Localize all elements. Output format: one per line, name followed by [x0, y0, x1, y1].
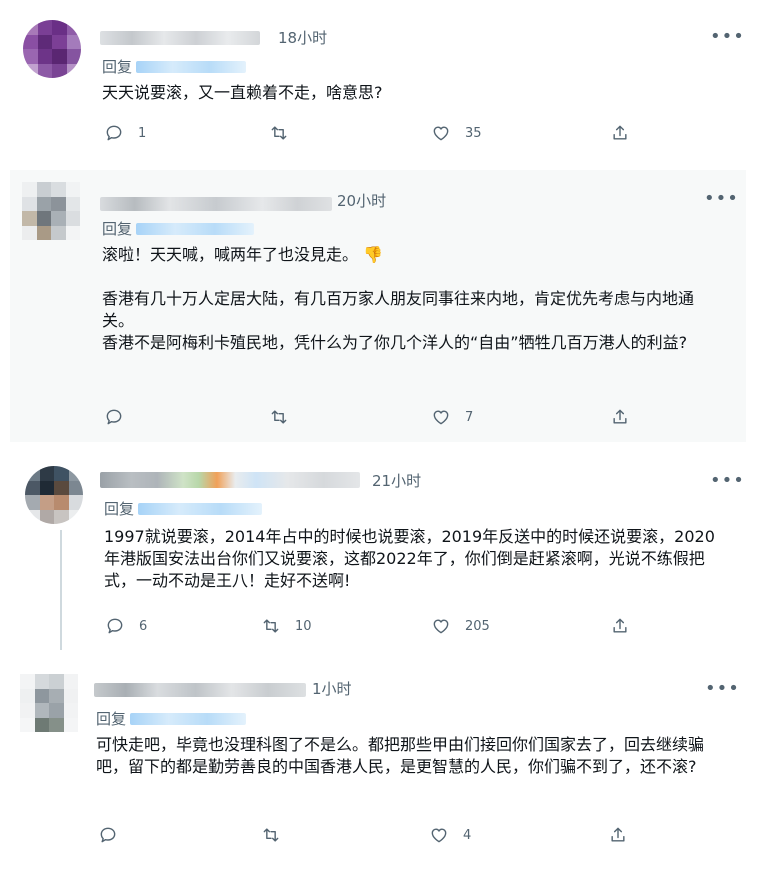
retweet-icon: [263, 828, 279, 842]
mention-link[interactable]: [136, 60, 247, 73]
action-bar: 6 10 205: [105, 615, 665, 637]
tweet-paragraph: 天天说要滚，又一直赖着不走，啥意思?: [102, 83, 383, 102]
tweet-paragraph: 香港有几十万人定居大陆，有几百万家人朋友同事往来内地，肯定优先考虑与内地通关。: [102, 289, 695, 330]
replying-to: 回复: [102, 56, 247, 77]
share-button[interactable]: [610, 122, 630, 144]
heart-icon: [431, 828, 447, 843]
tweet-paragraph: 滚啦！天天喊，喊两年了也没見走。 👎: [102, 244, 722, 266]
reply-icon: [106, 409, 122, 425]
replying-to: 回复: [104, 498, 263, 519]
tweet-paragraph: 1997就说要滚，2014年占中的时候也说要滚，2019年反送中的时候还说要滚，…: [104, 527, 715, 590]
reply-prefix: 回复: [104, 500, 135, 518]
heart-icon: [433, 619, 449, 634]
replying-to: 回复: [96, 708, 247, 729]
avatar[interactable]: [20, 674, 78, 732]
avatar[interactable]: [23, 20, 81, 78]
mention-link[interactable]: [130, 712, 247, 725]
tweet-1[interactable]: 18小时 ••• 回复 天天说要滚，又一直赖着不走，啥意思? 1 35: [0, 0, 759, 170]
retweet-button[interactable]: [261, 824, 281, 846]
share-button[interactable]: [610, 615, 630, 637]
reply-button[interactable]: 1: [104, 122, 146, 144]
reply-icon: [106, 125, 122, 141]
like-button[interactable]: 7: [431, 406, 473, 428]
thread-line: [60, 530, 62, 650]
more-icon[interactable]: •••: [704, 190, 739, 208]
more-icon[interactable]: •••: [710, 472, 745, 490]
avatar[interactable]: [25, 466, 83, 524]
action-bar: 7: [104, 406, 664, 428]
reply-icon: [107, 618, 123, 634]
timestamp[interactable]: 20小时: [337, 190, 386, 211]
author-name[interactable]: [94, 680, 306, 700]
author-name[interactable]: [100, 194, 332, 214]
retweet-count: 10: [295, 618, 312, 634]
like-button[interactable]: 205: [431, 615, 490, 637]
author-name[interactable]: [100, 28, 260, 48]
heart-icon: [433, 126, 449, 141]
share-icon: [613, 618, 627, 633]
retweet-button[interactable]: 10: [261, 615, 312, 637]
share-button[interactable]: [608, 824, 628, 846]
action-bar: 1 35: [104, 122, 664, 144]
tweet-text: 1997就说要滚，2014年占中的时候也说要滚，2019年反送中的时候还说要滚，…: [104, 526, 724, 592]
retweet-button[interactable]: [269, 406, 289, 428]
mention-link[interactable]: [138, 502, 263, 515]
reply-prefix: 回复: [102, 58, 133, 76]
tweet-text: 天天说要滚，又一直赖着不走，啥意思?: [102, 82, 722, 104]
heart-icon: [433, 410, 449, 425]
tweet-2[interactable]: 20小时 ••• 回复 滚啦！天天喊，喊两年了也没見走。 👎 香港有几十万人定居…: [10, 170, 746, 442]
timestamp[interactable]: 21小时: [372, 470, 421, 491]
retweet-icon: [263, 619, 279, 633]
tweet-paragraph: 可快走吧，毕竟也没理科图了不是么。都把那些甲由们接回你们国家去了，回去继续骗吧，…: [96, 735, 705, 776]
reply-button[interactable]: [98, 824, 118, 846]
reply-icon: [100, 827, 116, 843]
like-count: 205: [465, 618, 490, 634]
share-icon: [613, 125, 627, 140]
retweet-button[interactable]: [269, 122, 289, 144]
tweet-3[interactable]: 21小时 ••• 回复 1997就说要滚，2014年占中的时候也说要滚，2019…: [0, 452, 759, 650]
like-count: 35: [465, 125, 482, 141]
reply-prefix: 回复: [102, 220, 133, 238]
tweet-4[interactable]: 1小时 ••• 回复 可快走吧，毕竟也没理科图了不是么。都把那些甲由们接回你们国…: [0, 660, 759, 869]
retweet-icon: [271, 126, 287, 140]
like-count: 4: [463, 827, 472, 843]
mention-link[interactable]: [136, 222, 255, 235]
reply-button[interactable]: [104, 406, 124, 428]
tweet-paragraph: 香港不是阿梅利卡殖民地，凭什么为了你几个洋人的“自由”牺牲几百万港人的利益?: [102, 333, 688, 352]
tweet-line: 滚啦！天天喊，喊两年了也没見走。: [102, 245, 359, 264]
action-bar: 4: [98, 824, 658, 846]
share-button[interactable]: [610, 406, 630, 428]
reply-count: 6: [139, 618, 148, 634]
tweet-text: 可快走吧，毕竟也没理科图了不是么。都把那些甲由们接回你们国家去了，回去继续骗吧，…: [96, 734, 716, 778]
timestamp[interactable]: 1小时: [312, 678, 352, 699]
tweet-text: 滚啦！天天喊，喊两年了也没見走。 👎 香港有几十万人定居大陆，有几百万家人朋友同…: [102, 244, 722, 354]
share-icon: [613, 409, 627, 424]
avatar[interactable]: [22, 182, 80, 240]
reply-prefix: 回复: [96, 710, 127, 728]
thumbs-down-emoji: 👎: [363, 245, 384, 264]
author-name[interactable]: [100, 470, 360, 490]
reply-button[interactable]: 6: [105, 615, 147, 637]
like-count: 7: [465, 409, 474, 425]
share-icon: [611, 827, 625, 842]
more-icon[interactable]: •••: [705, 680, 740, 698]
replying-to: 回复: [102, 218, 255, 239]
retweet-icon: [271, 410, 287, 424]
like-button[interactable]: 35: [431, 122, 482, 144]
reply-count: 1: [138, 125, 147, 141]
like-button[interactable]: 4: [429, 824, 471, 846]
timestamp[interactable]: 18小时: [278, 27, 327, 48]
more-icon[interactable]: •••: [710, 28, 745, 46]
